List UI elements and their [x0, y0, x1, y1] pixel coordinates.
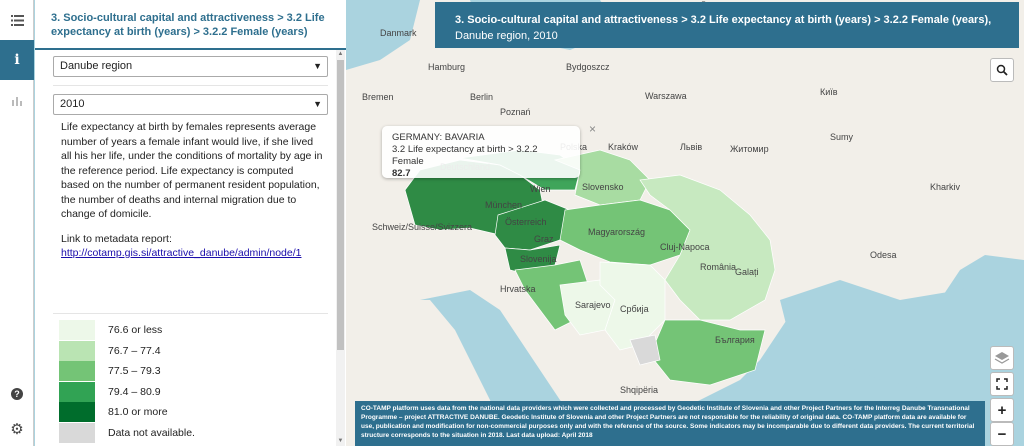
chevron-down-icon: ▼ [313, 61, 322, 71]
legend-swatch [59, 402, 95, 423]
divider [53, 85, 328, 86]
gear-icon[interactable]: ⚙ [0, 412, 34, 446]
tooltip-region: GERMANY: BAVARIA [392, 132, 485, 143]
place-label: Shqipëria [620, 385, 658, 395]
place-label: Львів [680, 142, 702, 152]
map-header-title: 3. Socio-cultural capital and attractive… [455, 14, 992, 26]
indicator-description: Life expectancy at birth by females repr… [35, 120, 346, 261]
place-label: Kraków [608, 142, 639, 152]
layers-button[interactable] [990, 346, 1014, 370]
legend-item: 76.7 – 77.4 [59, 340, 195, 362]
layers-icon [994, 352, 1010, 364]
place-label: Poznań [500, 107, 531, 117]
region-select[interactable]: Danube region ▼ [53, 56, 328, 77]
place-label: Bydgoszcz [566, 62, 610, 72]
info-icon[interactable]: i [0, 40, 34, 80]
list-icon[interactable] [0, 0, 34, 40]
place-label: Київ [820, 87, 838, 97]
metadata-link[interactable]: http://cotamp.gis.si/attractive_danube/a… [61, 247, 301, 259]
place-label: Berlin [470, 92, 493, 102]
description-text: Life expectancy at birth by females repr… [61, 121, 323, 220]
place-label: Cluj-Napoca [660, 242, 710, 252]
year-select-value: 2010 [60, 98, 85, 110]
legend-swatch [59, 320, 95, 341]
fullscreen-button[interactable] [990, 372, 1014, 396]
metadata-link-label: Link to metadata report: [61, 232, 172, 245]
place-label: Danmark [380, 28, 417, 38]
place-label: Schweiz/Suisse/Svizzera [372, 222, 472, 232]
scroll-down-icon[interactable]: ▼ [336, 437, 345, 446]
legend-swatch [59, 381, 95, 402]
legend-item: Data not available. [59, 422, 195, 444]
legend-item: 79.4 – 80.9 [59, 381, 195, 403]
place-label: Bremen [362, 92, 394, 102]
map-header: 3. Socio-cultural capital and attractive… [435, 2, 1019, 48]
place-label: Kharkiv [930, 182, 961, 192]
info-panel: 3. Socio-cultural capital and attractive… [35, 0, 346, 446]
place-label: Galați [735, 267, 759, 277]
divider [53, 313, 328, 314]
chevron-down-icon: ▼ [313, 99, 322, 109]
place-label: România [700, 262, 736, 272]
map-header-subtitle: Danube region, 2010 [455, 30, 558, 42]
place-label: Österreich [505, 217, 547, 227]
tooltip-indicator: 3.2 Life expectancy at birth > 3.2.2 Fem… [392, 144, 538, 167]
help-icon[interactable]: ? [0, 376, 34, 412]
scroll-up-icon[interactable]: ▲ [336, 50, 345, 59]
legend-swatch [59, 361, 95, 382]
zoom-in-button[interactable]: + [990, 398, 1014, 422]
place-label: Житомир [730, 144, 769, 154]
place-label: Sumy [830, 132, 854, 142]
place-label: Warszawa [645, 91, 687, 101]
fullscreen-icon [996, 378, 1008, 390]
legend-item: 76.6 or less [59, 320, 195, 341]
region-select-value: Danube region [60, 60, 133, 72]
search-button[interactable] [990, 58, 1014, 82]
year-select[interactable]: 2010 ▼ [53, 94, 328, 115]
tooltip-value: 82.7 [392, 168, 411, 179]
place-label: München [485, 200, 522, 210]
place-label: Sarajevo [575, 300, 611, 310]
attribution: CO-TAMP platform uses data from the nati… [355, 401, 985, 446]
zoom-out-button[interactable]: − [990, 422, 1014, 446]
place-label: Hrvatska [500, 284, 536, 294]
region-tooltip: GERMANY: BAVARIA 3.2 Life expectancy at … [382, 123, 596, 179]
legend-item: 81.0 or more [59, 402, 195, 423]
legend-swatch [59, 340, 95, 361]
place-label: Wien [530, 184, 551, 194]
legend-swatch [59, 422, 95, 443]
place-label: Slovenija [520, 254, 557, 264]
panel-title: 3. Socio-cultural capital and attractive… [35, 0, 346, 50]
place-label: Slovensko [582, 182, 624, 192]
place-label: Hamburg [428, 62, 465, 72]
scroll-thumb[interactable] [337, 60, 344, 350]
close-icon[interactable]: × [589, 123, 596, 135]
left-icon-rail: i ? ⚙ [0, 0, 34, 446]
place-label: Graz [534, 234, 554, 244]
legend: 76.6 or less 76.7 – 77.4 77.5 – 79.3 79.… [59, 320, 195, 443]
chart-icon[interactable] [0, 80, 34, 120]
panel-scrollbar[interactable]: ▲ ▼ [336, 50, 345, 446]
place-label: Odesa [870, 250, 897, 260]
place-label: Србија [620, 304, 649, 314]
place-label: България [715, 335, 755, 345]
search-icon [996, 64, 1008, 76]
place-label: Magyarország [588, 227, 645, 237]
legend-item: 77.5 – 79.3 [59, 361, 195, 382]
